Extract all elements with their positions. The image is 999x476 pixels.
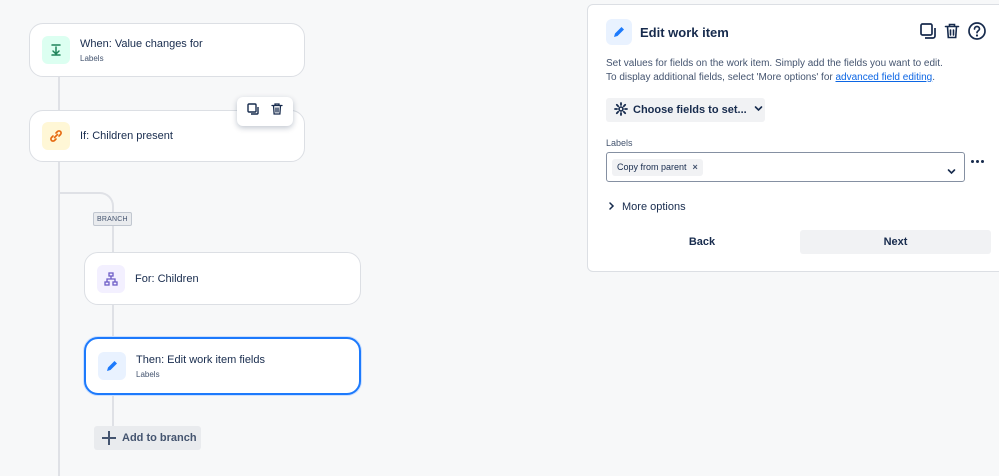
connector-line (112, 395, 114, 426)
labels-field-label: Labels (606, 138, 633, 148)
back-button[interactable]: Back (606, 230, 798, 254)
link-icon (42, 122, 70, 150)
delete-icon[interactable] (943, 22, 961, 45)
add-to-branch-label: Add to branch (122, 432, 197, 444)
panel-description: Set values for fields on the work item. … (606, 57, 986, 85)
advanced-field-editing-link[interactable]: advanced field editing (836, 72, 933, 83)
branch-rule-title: For: Children (135, 272, 199, 285)
condition-title: If: Children present (80, 130, 173, 142)
hierarchy-icon (97, 264, 125, 293)
connector-line (58, 77, 60, 110)
action-subtitle: Labels (136, 369, 160, 379)
description-line: Set values for fields on the work item. … (606, 58, 943, 69)
branch-tag: BRANCH (93, 212, 132, 226)
add-to-branch-button[interactable]: Add to branch (94, 426, 201, 450)
panel-header: Edit work item (606, 19, 729, 45)
connector-line (112, 305, 114, 337)
choose-fields-label: Choose fields to set... (633, 104, 747, 116)
description-line: To display additional fields, select 'Mo… (606, 71, 986, 85)
more-options-toggle[interactable]: More options (608, 201, 686, 213)
labels-select[interactable]: Copy from parent × (606, 152, 965, 182)
pencil-icon (606, 19, 632, 45)
action-title: Then: Edit work item fields (136, 353, 265, 366)
delete-icon[interactable] (270, 102, 284, 121)
label-chip-text: Copy from parent (617, 162, 687, 172)
description-prefix: To display additional fields, select 'Mo… (606, 72, 836, 83)
trigger-title: When: Value changes for (80, 37, 203, 50)
trigger-subtitle: Labels (80, 53, 104, 63)
card-hover-toolbar (237, 97, 293, 126)
panel-actions (919, 21, 987, 46)
pencil-icon (98, 352, 126, 380)
chevron-down-icon (754, 104, 763, 116)
help-icon[interactable] (967, 21, 987, 46)
plus-icon (102, 431, 116, 445)
label-chip: Copy from parent × (612, 158, 703, 176)
download-arrow-icon (42, 36, 70, 64)
duplicate-icon[interactable] (919, 22, 937, 45)
more-options-label: More options (622, 201, 686, 213)
edit-work-item-panel: Edit work item Set values for fields on … (587, 4, 999, 272)
more-actions-icon[interactable] (971, 160, 984, 163)
duplicate-icon[interactable] (246, 102, 260, 121)
chevron-down-icon[interactable] (947, 163, 956, 181)
chevron-right-icon (608, 201, 615, 213)
choose-fields-button[interactable]: Choose fields to set... (606, 98, 765, 122)
description-suffix: . (932, 72, 936, 83)
next-button[interactable]: Next (800, 230, 991, 254)
remove-chip-icon[interactable]: × (693, 162, 698, 172)
gear-icon (614, 101, 628, 119)
panel-title: Edit work item (640, 24, 729, 40)
action-card[interactable]: Then: Edit work item fields Labels (84, 337, 361, 395)
branch-rule-card[interactable]: For: Children (84, 252, 361, 305)
trigger-card[interactable]: When: Value changes for Labels (29, 23, 305, 77)
